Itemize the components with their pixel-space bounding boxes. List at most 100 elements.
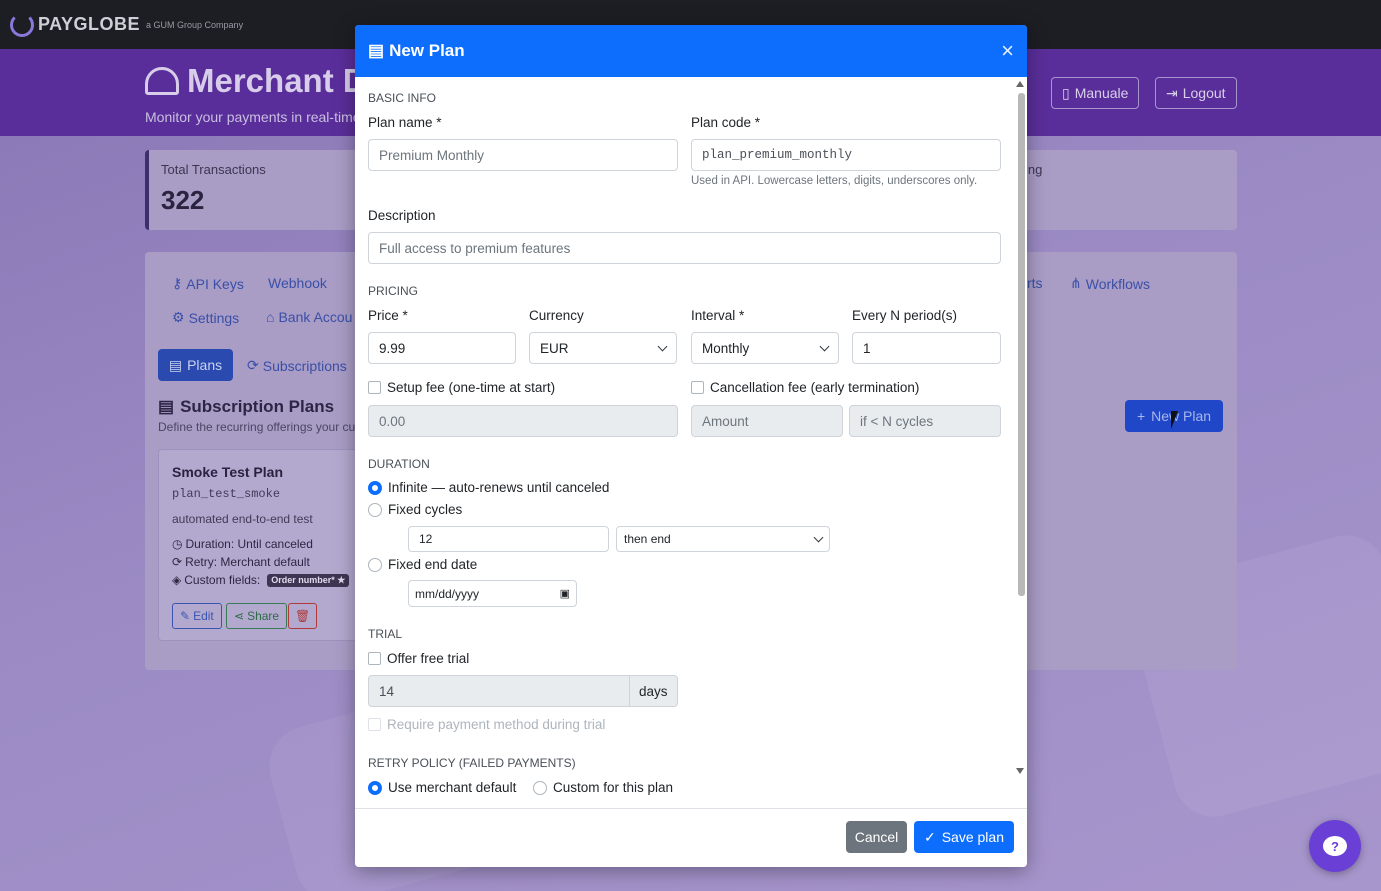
currency-label: Currency: [529, 308, 584, 323]
gauge-icon: [145, 67, 179, 95]
brand-logo-icon: [10, 12, 34, 37]
every-n-input[interactable]: 1: [852, 332, 1001, 364]
plan-code-help: Used in API. Lowercase letters, digits, …: [691, 175, 978, 187]
section-trial: TRIAL: [368, 627, 403, 641]
page-subtitle: Monitor your payments in real-time: [145, 109, 361, 125]
plan-code-label: Plan code *: [691, 115, 761, 130]
list-icon: ▤: [158, 397, 175, 416]
end-date-input[interactable]: mm/dd/yyyy ▣: [408, 580, 577, 607]
plan-name-input[interactable]: Premium Monthly: [368, 139, 678, 171]
plus-icon: +: [1136, 408, 1146, 424]
interval-select[interactable]: Monthly: [691, 332, 839, 364]
plan-card-retry: ⟳ Retry: Merchant default: [172, 555, 310, 569]
currency-select[interactable]: EUR: [529, 332, 677, 364]
list-icon: ▤: [368, 41, 385, 60]
cancel-button[interactable]: Cancel: [846, 821, 907, 853]
stat-value: 322: [161, 185, 205, 215]
section-pricing: PRICING: [368, 284, 419, 298]
retry-default-radio[interactable]: Use merchant default: [368, 780, 516, 795]
bank-icon: ⌂: [266, 309, 275, 325]
logout-button[interactable]: ⇥ Logout: [1155, 77, 1237, 109]
retry-custom-radio[interactable]: Custom for this plan: [533, 780, 673, 795]
section-basic-info: BASIC INFO: [368, 91, 437, 105]
section-title: ▤ Subscription Plans: [158, 397, 335, 416]
stat-label: Total Transactions: [161, 162, 266, 177]
tab-webhook[interactable]: Webhook: [268, 275, 327, 291]
subtab-subscriptions[interactable]: ⟳ Subscriptions: [247, 357, 347, 374]
mouse-cursor: [1171, 411, 1178, 429]
chat-icon: ?: [1323, 836, 1347, 856]
modal-scrollbar[interactable]: [1016, 81, 1025, 596]
tag-icon: ◈: [172, 573, 182, 587]
plan-card-code: plan_test_smoke: [172, 487, 281, 501]
tab-bank-account[interactable]: ⌂ Bank Accou: [266, 309, 352, 325]
edit-plan-button[interactable]: ✎ Edit: [172, 603, 222, 629]
brand-name[interactable]: PAYGLOBE: [38, 14, 140, 35]
tab-workflows[interactable]: ⋔ Workflows: [1070, 275, 1150, 292]
plan-card-custom-fields: ◈ Custom fields: Order number* ★: [172, 573, 350, 587]
scroll-down-icon[interactable]: [1016, 768, 1024, 774]
share-icon: ⋖: [234, 609, 245, 623]
check-icon: ✓: [923, 828, 936, 845]
custom-field-badge: Order number* ★: [267, 573, 350, 587]
then-select[interactable]: then end: [616, 526, 830, 552]
description-input[interactable]: Full access to premium features: [368, 232, 1001, 264]
close-icon[interactable]: ×: [1001, 40, 1014, 62]
description-label: Description: [368, 208, 436, 223]
scrollbar-thumb[interactable]: [1018, 93, 1025, 596]
every-n-label: Every N period(s): [852, 308, 958, 323]
chat-support-button[interactable]: ?: [1309, 820, 1361, 872]
setup-fee-checkbox[interactable]: Setup fee (one-time at start): [368, 380, 555, 395]
logout-icon: ⇥: [1166, 84, 1178, 101]
duration-fixed-date-radio[interactable]: Fixed end date: [368, 557, 477, 572]
trash-icon: 🗑: [295, 609, 311, 623]
days-addon: days: [630, 675, 678, 707]
plan-code-input[interactable]: plan_premium_monthly: [691, 139, 1001, 171]
duration-infinite-radio[interactable]: Infinite — auto-renews until canceled: [368, 480, 609, 495]
tab-settings[interactable]: ⚙ Settings: [172, 309, 239, 326]
save-plan-button[interactable]: ✓ Save plan: [914, 821, 1014, 853]
plan-name-label: Plan name *: [368, 115, 442, 130]
stat-label-partial: ing: [1025, 162, 1043, 177]
plan-card-duration: ◷ Duration: Until canceled: [172, 537, 313, 551]
cancellation-amount-input[interactable]: Amount: [691, 405, 843, 437]
setup-fee-input[interactable]: 0.00: [368, 405, 678, 437]
list-icon: ▤: [168, 356, 183, 373]
calendar-icon[interactable]: ▣: [560, 587, 570, 600]
plan-card-description: automated end-to-end test: [172, 512, 313, 526]
scroll-up-icon[interactable]: [1016, 81, 1024, 87]
chevron-down-icon: [657, 341, 668, 351]
pencil-icon: ✎: [180, 609, 191, 623]
section-duration: DURATION: [368, 457, 430, 471]
workflow-icon: ⋔: [1070, 275, 1082, 291]
refresh-icon: ⟳: [172, 555, 183, 569]
clock-icon: ◷: [172, 537, 183, 551]
trial-days-input[interactable]: 14: [368, 675, 630, 707]
new-plan-modal: ▤ New Plan × BASIC INFO Plan name * Prem…: [355, 25, 1027, 867]
page-title: Merchant D: [145, 62, 367, 100]
tab-reports[interactable]: rts: [1027, 275, 1043, 291]
section-subtitle: Define the recurring offerings your cu: [158, 420, 356, 434]
duration-fixed-cycles-radio[interactable]: Fixed cycles: [368, 502, 462, 517]
modal-header: ▤ New Plan ×: [355, 25, 1027, 77]
cancellation-cycles-input[interactable]: if < N cycles: [849, 405, 1001, 437]
chevron-down-icon: [813, 532, 824, 542]
key-icon: ⚷: [172, 275, 183, 291]
require-payment-checkbox[interactable]: Require payment method during trial: [368, 717, 605, 732]
price-input[interactable]: 9.99: [368, 332, 516, 364]
share-plan-button[interactable]: ⋖ Share: [226, 603, 288, 629]
delete-plan-button[interactable]: 🗑: [288, 603, 318, 629]
tab-api-keys[interactable]: ⚷ API Keys: [172, 275, 244, 292]
plan-card-title: Smoke Test Plan: [172, 464, 284, 480]
section-retry-policy: RETRY POLICY (FAILED PAYMENTS): [368, 756, 576, 770]
cycles-input[interactable]: 12: [408, 526, 609, 552]
chevron-down-icon: [819, 341, 830, 351]
modal-title: ▤ New Plan: [368, 41, 465, 60]
subtab-plans[interactable]: ▤ Plans: [158, 349, 233, 381]
interval-label: Interval *: [691, 308, 745, 323]
offer-trial-checkbox[interactable]: Offer free trial: [368, 651, 469, 666]
manual-button[interactable]: ▯ Manuale: [1051, 77, 1140, 109]
book-icon: ▯: [1062, 84, 1070, 101]
brand-subtitle: a GUM Group Company: [146, 19, 244, 30]
cancellation-fee-checkbox[interactable]: Cancellation fee (early termination): [691, 380, 919, 395]
